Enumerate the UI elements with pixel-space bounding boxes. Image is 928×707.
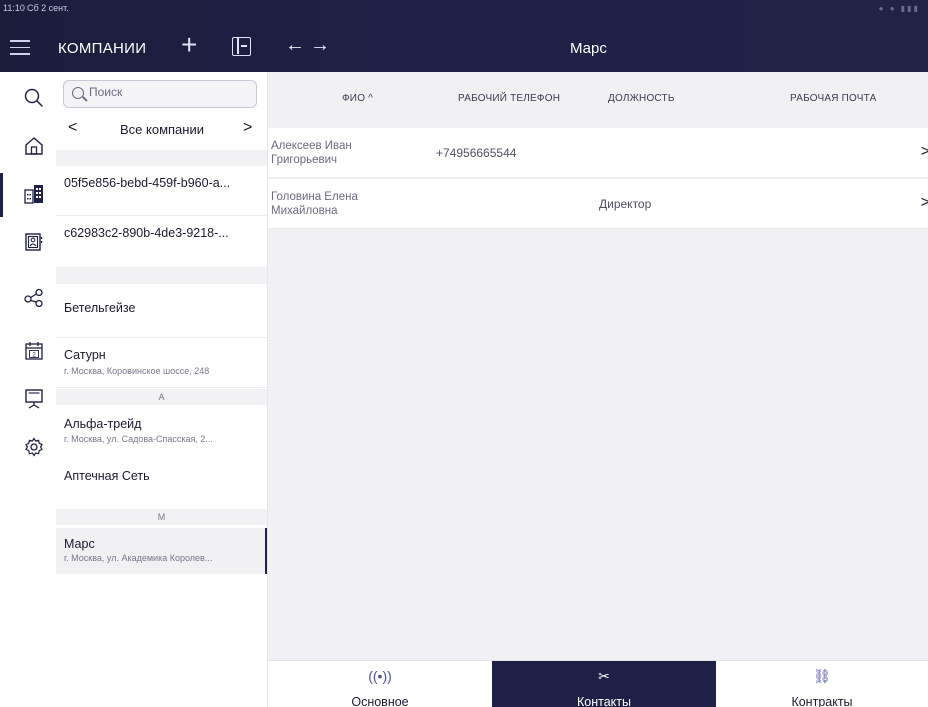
search-box[interactable] [63,80,257,108]
company-item-selected[interactable]: Марс г. Москва, ул. Академика Королев... [56,528,267,574]
rail-settings[interactable] [0,426,56,470]
app: 11:10 Сб 2 сент. ● ● ▮▮▮ КОМПАНИИ + ← → … [0,0,928,707]
status-icons: ● ● ▮▮▮ [878,4,920,13]
tab-main[interactable]: ((•)) Основное [268,661,492,707]
settings-icon [25,437,43,457]
page-title: Марс [570,40,607,57]
tab-contracts[interactable]: ⛓ Контракты [716,661,928,707]
company-item[interactable]: Альфа-трейд г. Москва, ул. Садова-Спасск… [56,405,267,455]
share-icon [24,288,43,308]
rail-contacts[interactable] [0,221,56,265]
rail-home[interactable] [0,125,56,169]
home-icon [25,137,43,155]
broadcast-icon: ((•)) [368,668,392,684]
company-name: Марс [64,537,95,551]
company-name: c62983c2-890b-4de3-9218-... [64,226,229,240]
company-address: г. Москва, ул. Садова-Спасская, 2... [64,434,213,444]
chevron-right-icon: > [920,194,928,211]
tab-contacts[interactable]: ✂ Контакты [492,661,716,707]
cell-position: Директор [599,197,652,211]
company-address: г. Москва, Коровинское шоссе, 248 [64,366,210,376]
rail-companies[interactable] [0,173,56,217]
company-item[interactable]: c62983c2-890b-4de3-9218-... [56,216,267,268]
list-separator [56,268,267,284]
tab-label: Основное [351,695,409,707]
search-icon [72,87,84,99]
section-letter: А [56,389,267,405]
rail-share[interactable] [0,277,56,321]
company-address: г. Москва, ул. Академика Королев... [64,553,213,563]
status-bar: 11:10 Сб 2 сент. ● ● ▮▮▮ [0,0,928,18]
company-filter: < Все компании > [56,116,268,146]
company-name: 05f5e856-bebd-459f-b960-a... [64,176,231,190]
company-item[interactable]: Аптечная Сеть [56,455,267,505]
tab-label: Контакты [577,695,631,707]
company-name: Альфа-трейд [64,417,142,431]
icon-rail: 2 [0,72,56,707]
cell-fio: Алексеев Иван Григорьевич [271,140,352,166]
column-header-phone[interactable]: РАБОЧИЙ ТЕЛЕФОН [458,93,560,104]
contacts-icon [25,233,43,251]
section-letter: М [56,509,267,525]
column-header-email[interactable]: РАБОЧАЯ ПОЧТА [790,93,876,104]
table-row[interactable]: Алексеев Иван Григорьевич +74956665544 > [268,128,928,178]
rail-calendar[interactable]: 2 [0,330,56,374]
menu-icon[interactable] [10,40,30,56]
chevron-right-icon: > [920,143,928,160]
cell-fio: Головина Елена Михайловна [271,191,358,217]
export-icon[interactable] [232,37,251,56]
rail-presentation[interactable] [0,378,56,422]
table-header: ФИО ^ РАБОЧИЙ ТЕЛЕФОН ДОЛЖНОСТЬ РАБОЧАЯ … [268,72,928,128]
back-button[interactable]: ← [285,34,305,57]
company-item[interactable]: Сатурн г. Москва, Коровинское шоссе, 248 [56,338,267,388]
company-name: Аптечная Сеть [64,469,150,483]
status-date: Сб 2 сент. [27,3,69,13]
company-item[interactable]: 05f5e856-bebd-459f-b960-a... [56,166,267,216]
filter-label[interactable]: Все компании [56,122,268,137]
contacts-table: ФИО ^ РАБОЧИЙ ТЕЛЕФОН ДОЛЖНОСТЬ РАБОЧАЯ … [268,72,928,660]
column-header-fio[interactable]: ФИО ^ [342,93,373,104]
bottom-tab-bar: ((•)) Основное ✂ Контакты ⛓ Контракты [268,660,928,707]
table-row[interactable]: Головина Елена Михайловна Директор > [268,179,928,229]
forward-button[interactable]: → [310,34,330,57]
add-company-button[interactable]: + [181,31,197,59]
companies-icon [24,185,43,204]
column-header-position[interactable]: ДОЛЖНОСТЬ [608,93,675,104]
filter-next-button[interactable]: > [243,119,252,137]
list-separator [56,150,267,166]
companies-panel: < Все компании > 05f5e856-bebd-459f-b960… [56,72,268,707]
company-name: Бетельгейзе [64,301,136,315]
presentation-icon [25,389,43,409]
top-bar: 11:10 Сб 2 сент. ● ● ▮▮▮ КОМПАНИИ + ← → … [0,0,928,72]
calendar-icon: 2 [25,342,43,360]
sidebar-title: КОМПАНИИ [58,40,147,57]
search-input[interactable] [89,85,249,99]
status-time: 11:10 [3,3,25,13]
search-icon [24,88,44,108]
handshake-icon: ✂ [598,668,610,684]
contract-icon: ⛓ [813,668,831,684]
cell-phone: +74956665544 [436,146,517,160]
company-name: Сатурн [64,348,106,362]
rail-search[interactable] [0,77,56,121]
company-item[interactable]: Бетельгейзе [56,284,267,338]
tab-label: Контракты [791,695,853,707]
